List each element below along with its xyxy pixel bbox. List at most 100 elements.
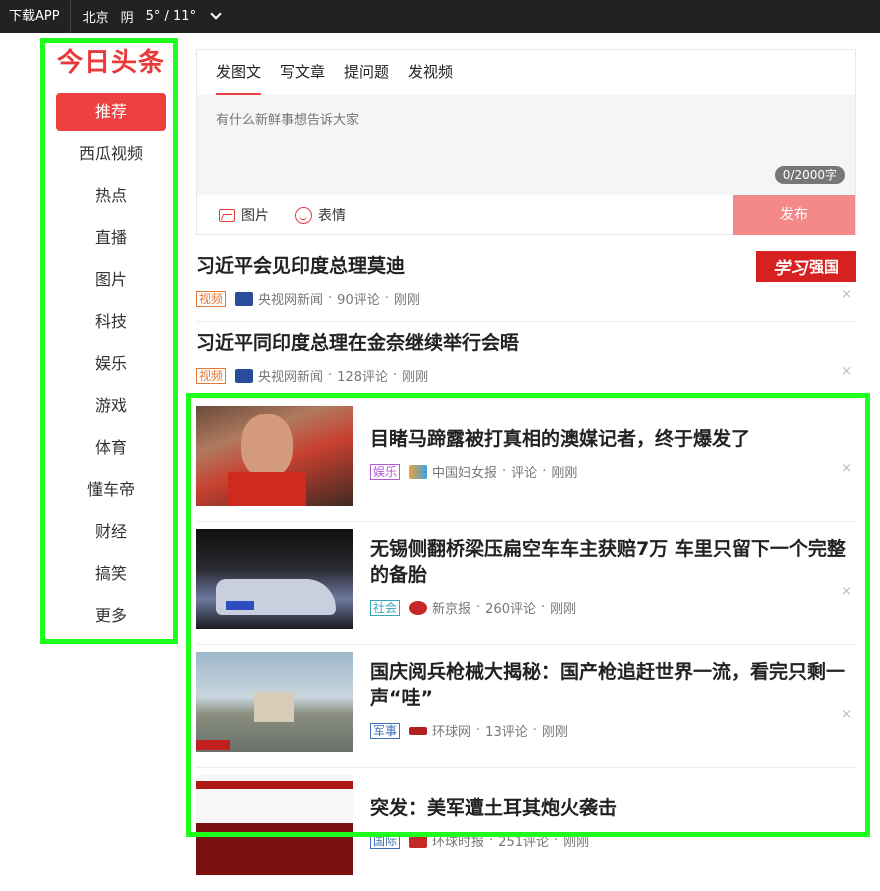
source-logo-icon	[409, 600, 428, 615]
nav-item-finance[interactable]: 财经	[56, 513, 166, 551]
source-name[interactable]: 环球时报	[432, 831, 484, 850]
nav-item-entertainment[interactable]: 娱乐	[56, 345, 166, 383]
nav-item-tech[interactable]: 科技	[56, 303, 166, 341]
publish-time: 刚刚	[550, 602, 577, 617]
smiley-icon	[295, 206, 312, 224]
separator: ·	[384, 291, 389, 306]
publish-time: 刚刚	[551, 466, 578, 481]
composer-toolbar: 图片 表情 发布	[197, 195, 855, 235]
nav-item-pictures[interactable]: 图片	[56, 261, 166, 299]
publish-time: 刚刚	[563, 835, 590, 850]
source-name[interactable]: 央视网新闻	[258, 366, 323, 385]
channel-nav: 推荐 西瓜视频 热点 直播 图片 科技 娱乐 游戏 体育 懂车帝 财经 搞笑 更…	[45, 93, 175, 635]
thumbnail[interactable]	[196, 406, 353, 506]
feed-item-meta: 视频 央视网新闻 · 90评论 · 刚刚	[196, 289, 856, 308]
comment-count[interactable]: 260评论	[485, 598, 536, 617]
weather-widget[interactable]: 北京 阴 5° / 11°	[71, 7, 222, 26]
dismiss-icon[interactable]: ×	[841, 364, 852, 379]
dismiss-icon[interactable]: ×	[841, 707, 852, 722]
source-logo-icon	[235, 291, 254, 306]
insert-image-label: 图片	[241, 208, 269, 224]
nav-item-more[interactable]: 更多	[56, 597, 166, 635]
feed-item[interactable]: 习近平同印度总理在金奈继续举行会晤 视频 央视网新闻 · 128评论 · 刚刚 …	[196, 322, 856, 399]
feed-item[interactable]: 习近平会见印度总理莫迪 学习 强国 视频 央视网新闻 · 90评论 · 刚刚 ×	[196, 245, 856, 322]
source-logo-icon	[409, 833, 428, 848]
insert-emoji-label: 表情	[318, 208, 346, 224]
feed-item-title[interactable]: 突发：美军遭土耳其炮火袭击	[370, 795, 856, 821]
nav-item-hot[interactable]: 热点	[56, 177, 166, 215]
separator: ·	[489, 833, 494, 848]
tab-ask-question[interactable]: 提问题	[344, 50, 389, 95]
comment-count[interactable]: 评论	[511, 462, 537, 481]
comment-count[interactable]: 128评论	[337, 366, 388, 385]
source-name[interactable]: 中国妇女报	[432, 462, 497, 481]
tab-write-article[interactable]: 写文章	[280, 50, 325, 95]
category-tag: 视频	[196, 290, 227, 307]
nav-item-funny[interactable]: 搞笑	[56, 555, 166, 593]
separator: ·	[476, 600, 481, 615]
source-logo-icon	[235, 368, 254, 383]
category-tag: 军事	[370, 722, 401, 739]
ad-script-text: 学习	[772, 259, 807, 279]
weather-city: 北京	[82, 11, 109, 26]
tab-post-video[interactable]: 发视频	[408, 50, 453, 95]
source-logo-icon	[409, 464, 428, 479]
dismiss-icon[interactable]: ×	[841, 461, 852, 476]
source-name[interactable]: 新京报	[432, 598, 471, 617]
separator: ·	[476, 723, 481, 738]
post-textarea[interactable]	[197, 95, 855, 195]
comment-count[interactable]: 251评论	[498, 831, 549, 850]
feed-item-title[interactable]: 无锡侧翻桥梁压扁空车车主获赔7万 车里只留下一个完整的备胎	[370, 536, 856, 588]
feed-item-meta: 娱乐 中国妇女报 · 评论 · 刚刚	[370, 462, 856, 481]
separator: ·	[542, 464, 547, 479]
thumbnail[interactable]	[196, 652, 353, 752]
nav-item-xigua-video[interactable]: 西瓜视频	[56, 135, 166, 173]
nav-item-sports[interactable]: 体育	[56, 429, 166, 467]
logo[interactable]: 今日头条	[47, 43, 175, 83]
separator: ·	[554, 833, 559, 848]
dismiss-icon[interactable]: ×	[841, 584, 852, 599]
comment-count[interactable]: 13评论	[485, 721, 528, 740]
category-tag: 视频	[196, 367, 227, 384]
weather-condition: 阴	[120, 11, 134, 26]
category-tag: 娱乐	[370, 463, 401, 480]
feed-item[interactable]: 无锡侧翻桥梁压扁空车车主获赔7万 车里只留下一个完整的备胎 社会 新京报 · 2…	[196, 522, 856, 645]
publish-time: 刚刚	[541, 725, 568, 740]
nav-item-dongchedi[interactable]: 懂车帝	[56, 471, 166, 509]
news-feed: 习近平会见印度总理莫迪 学习 强国 视频 央视网新闻 · 90评论 · 刚刚 ×…	[196, 245, 856, 891]
feed-item-meta: 视频 央视网新闻 · 128评论 · 刚刚	[196, 366, 856, 385]
feed-item[interactable]: 目睹马蹄露被打真相的澳媒记者，终于爆发了 娱乐 中国妇女报 · 评论 · 刚刚 …	[196, 399, 856, 522]
dismiss-icon[interactable]: ×	[841, 287, 852, 302]
feed-item-meta: 国际 环球时报 · 251评论 · 刚刚	[370, 831, 856, 850]
channel-sidebar: 今日头条 推荐 西瓜视频 热点 直播 图片 科技 娱乐 游戏 体育 懂车帝 财经…	[45, 43, 175, 639]
feed-item-meta: 军事 环球网 · 13评论 · 刚刚	[370, 721, 856, 740]
comment-count[interactable]: 90评论	[337, 289, 380, 308]
separator: ·	[532, 723, 537, 738]
publish-button[interactable]: 发布	[733, 195, 855, 235]
feed-item-title[interactable]: 习近平同印度总理在金奈继续举行会晤	[196, 330, 856, 356]
post-composer: 发图文 写文章 提问题 发视频 0/2000字 图片 表情 发布	[196, 49, 856, 235]
feed-item-title[interactable]: 国庆阅兵枪械大揭秘：国产枪追赶世界一流，看完只剩一声“哇”	[370, 659, 856, 711]
feed-item-title[interactable]: 目睹马蹄露被打真相的澳媒记者，终于爆发了	[370, 426, 856, 452]
nav-item-live[interactable]: 直播	[56, 219, 166, 257]
tab-post-image-text[interactable]: 发图文	[216, 50, 262, 95]
char-counter: 0/2000字	[774, 166, 845, 184]
weather-temp: 5° / 11°	[145, 9, 197, 24]
category-tag: 国际	[370, 832, 401, 849]
ad-text: 强国	[808, 258, 839, 276]
insert-image-button[interactable]: 图片	[219, 205, 269, 225]
nav-item-games[interactable]: 游戏	[56, 387, 166, 425]
source-name[interactable]: 环球网	[432, 721, 471, 740]
category-tag: 社会	[370, 599, 401, 616]
feed-item[interactable]: 国庆阅兵枪械大揭秘：国产枪追赶世界一流，看完只剩一声“哇” 军事 环球网 · 1…	[196, 645, 856, 768]
nav-item-recommend[interactable]: 推荐	[56, 93, 166, 131]
xuexi-qiangguo-ad[interactable]: 学习 强国	[756, 251, 856, 282]
thumbnail[interactable]	[196, 529, 353, 629]
feed-item[interactable]: 突发：美军遭土耳其炮火袭击 国际 环球时报 · 251评论 · 刚刚	[196, 768, 856, 891]
chevron-down-icon[interactable]	[210, 8, 222, 20]
thumbnail[interactable]	[196, 775, 353, 875]
insert-emoji-button[interactable]: 表情	[295, 205, 346, 225]
source-name[interactable]: 央视网新闻	[258, 289, 323, 308]
image-icon	[219, 208, 235, 222]
download-app-link[interactable]: 下载APP	[0, 0, 71, 33]
